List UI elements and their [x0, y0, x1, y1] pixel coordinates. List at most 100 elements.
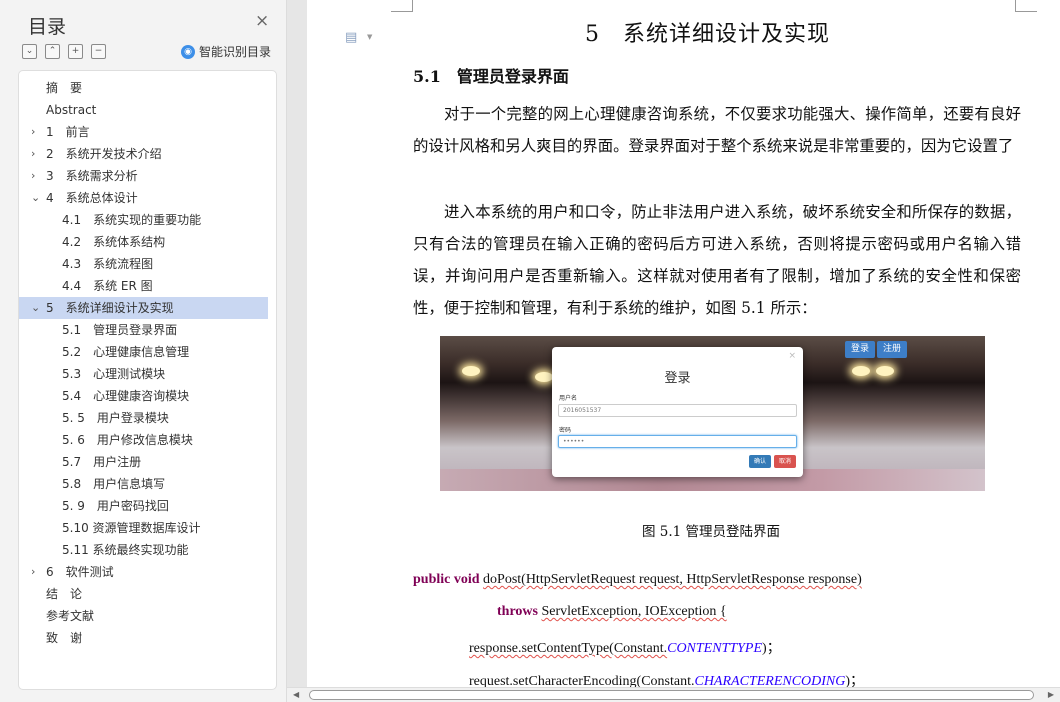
code-text: )； [762, 641, 781, 656]
page-corner-mark [1015, 0, 1037, 12]
password-field: •••••• [558, 435, 797, 448]
toc-item[interactable]: 参考文献 [19, 605, 276, 627]
password-label: 密码 [559, 427, 572, 434]
toc-item[interactable]: ⌄ 4 系统总体设计 [19, 187, 276, 209]
scroll-right-icon[interactable]: ▶ [1048, 690, 1054, 699]
toc-tree: 摘 要 Abstract › 1 前言 › 2 系统开发技术介绍 › 3 系统需求分析 ⌄ 4 系… [18, 70, 277, 690]
remove-heading-icon[interactable]: − [91, 44, 106, 59]
chevron-right-icon[interactable]: › [31, 561, 43, 583]
toc-item-label: 5. 6 用户修改信息模块 [62, 433, 193, 447]
ceiling-light [852, 366, 870, 376]
toc-item-label: 5 系统详细设计及实现 [46, 301, 174, 315]
toc-item-label: 5.8 用户信息填写 [62, 477, 166, 491]
code-constant: CHARACTERENCODING [694, 674, 846, 687]
toc-item-label: 5.1 管理员登录界面 [62, 323, 178, 337]
scrollbar-thumb[interactable] [309, 690, 1034, 700]
code-text: request.setCharacterEncoding(Constant. [469, 674, 695, 687]
document-icon[interactable]: ▤ [345, 30, 357, 45]
toc-item-label: 5.2 心理健康信息管理 [62, 345, 190, 359]
toc-item[interactable]: 5.10 资源管理数据库设计 [19, 517, 276, 539]
toc-item[interactable]: 4.3 系统流程图 [19, 253, 276, 275]
toc-item[interactable]: 5. 5 用户登录模块 [19, 407, 276, 429]
toc-item-label: Abstract [46, 103, 97, 117]
toc-item-label: 致 谢 [46, 631, 83, 645]
toc-item[interactable]: › 3 系统需求分析 [19, 165, 276, 187]
toc-item[interactable]: 5.8 用户信息填写 [19, 473, 276, 495]
toc-item-label: 4.4 系统 ER 图 [62, 279, 153, 293]
chevron-right-icon[interactable]: › [31, 121, 43, 143]
toc-item[interactable]: 5.1 管理员登录界面 [19, 319, 276, 341]
smart-recognize-toc-button[interactable]: ◉ 智能识别目录 [181, 43, 271, 60]
toc-item[interactable]: 5. 6 用户修改信息模块 [19, 429, 276, 451]
toc-toolbar: ⌄ ⌃ + − [22, 44, 106, 59]
figure-register-button: 注册 [877, 341, 908, 358]
modal-close-icon: × [788, 351, 796, 361]
page-corner-mark [391, 0, 413, 12]
toc-item[interactable]: 5.2 心理健康信息管理 [19, 341, 276, 363]
ceiling-light [876, 366, 894, 376]
toc-item[interactable]: 摘 要 [19, 77, 276, 99]
toc-item[interactable]: 结 论 [19, 583, 276, 605]
code-text: doPost(HttpServletRequest request, HttpS… [483, 572, 862, 587]
toc-item-label: 5.3 心理测试模块 [62, 367, 166, 381]
code-line: response.setContentType(Constant.CONTENT… [469, 637, 781, 657]
toc-item[interactable]: › 1 前言 [19, 121, 276, 143]
paragraph: 对于一个完整的网上心理健康咨询系统，不仅要求功能强大、操作简单，还要有良好的设计… [413, 105, 1021, 155]
username-label: 用户名 [559, 395, 578, 402]
toc-item-label: 4.3 系统流程图 [62, 257, 154, 271]
toc-item[interactable]: ⌄ 5 系统详细设计及实现 [19, 297, 268, 319]
toc-title: 目录 [28, 16, 67, 38]
panel-gutter [287, 0, 307, 702]
code-text: ServletException, IOException { [541, 604, 727, 619]
code-line: request.setCharacterEncoding(Constant.CH… [469, 670, 864, 687]
figure-login-button: 登录 [845, 341, 876, 358]
scroll-left-icon[interactable]: ◀ [293, 690, 299, 699]
chevron-down-icon[interactable]: ▼ [367, 33, 372, 41]
collapse-all-icon[interactable]: ⌄ [22, 44, 37, 59]
toc-item[interactable]: › 2 系统开发技术介绍 [19, 143, 276, 165]
toc-item[interactable]: 4.1 系统实现的重要功能 [19, 209, 276, 231]
login-modal: × 登录 用户名 2016051537 密码 •••••• 确认 取消 [552, 347, 803, 477]
ai-icon: ◉ [181, 44, 195, 59]
horizontal-scrollbar[interactable]: ◀ ▶ [287, 687, 1060, 702]
chevron-right-icon[interactable]: › [31, 165, 43, 187]
toc-item-label: 5.7 用户注册 [62, 455, 142, 469]
chevron-right-icon[interactable]: › [31, 143, 43, 165]
toc-item-label: 6 软件测试 [46, 565, 114, 579]
toc-item[interactable]: 5. 9 用户密码找回 [19, 495, 276, 517]
modal-cancel-button: 取消 [774, 455, 796, 468]
chevron-down-icon[interactable]: ⌄ [31, 297, 43, 319]
username-field: 2016051537 [558, 404, 797, 417]
chevron-down-icon[interactable]: ⌄ [31, 187, 43, 209]
toc-item[interactable]: 5.7 用户注册 [19, 451, 276, 473]
close-icon[interactable]: × [255, 13, 269, 30]
toc-panel: 目录 × ⌄ ⌃ + − ◉ 智能识别目录 摘 要 Abstract › 1 前言 › 2… [0, 0, 287, 702]
toc-item[interactable]: 5.4 心理健康咨询模块 [19, 385, 276, 407]
code-constant: CONTENTTYPE [667, 641, 763, 656]
ceiling-light [462, 366, 480, 376]
toc-item-label: 3 系统需求分析 [46, 169, 138, 183]
toc-item[interactable]: 4.4 系统 ER 图 [19, 275, 276, 297]
toc-item-label: 参考文献 [46, 609, 95, 623]
toc-item-label: 摘 要 [46, 81, 83, 95]
chapter-heading: 5 系统详细设计及实现 [585, 22, 830, 47]
code-text: response.setContentType(Constant. [469, 641, 668, 656]
toc-item-label: 1 前言 [46, 125, 90, 139]
toc-list: 摘 要 Abstract › 1 前言 › 2 系统开发技术介绍 › 3 系统需求分析 ⌄ 4 系… [19, 77, 276, 649]
add-heading-icon[interactable]: + [68, 44, 83, 59]
code-keyword: throws [497, 604, 538, 619]
toc-item-label: 5.11 系统最终实现功能 [62, 543, 189, 557]
toc-item[interactable]: 5.11 系统最终实现功能 [19, 539, 276, 561]
document-page[interactable]: ▤ ▼ 5 系统详细设计及实现 5.1 管理员登录界面 对于一个完整的网上心理健… [307, 0, 1060, 687]
toc-item[interactable]: 致 谢 [19, 627, 276, 649]
paragraph: 进入本系统的用户和口令，防止非法用户进入系统，破坏系统安全和所保存的数据，只有合… [413, 203, 1021, 317]
modal-ok-button: 确认 [749, 455, 771, 468]
expand-all-icon[interactable]: ⌃ [45, 44, 60, 59]
toc-item[interactable]: 4.2 系统体系结构 [19, 231, 276, 253]
toc-item[interactable]: 5.3 心理测试模块 [19, 363, 276, 385]
toc-item-label: 4 系统总体设计 [46, 191, 138, 205]
smart-recognize-label: 智能识别目录 [199, 45, 272, 59]
toc-item[interactable]: › 6 软件测试 [19, 561, 276, 583]
code-text: )； [845, 674, 865, 687]
toc-item[interactable]: Abstract [19, 99, 276, 121]
